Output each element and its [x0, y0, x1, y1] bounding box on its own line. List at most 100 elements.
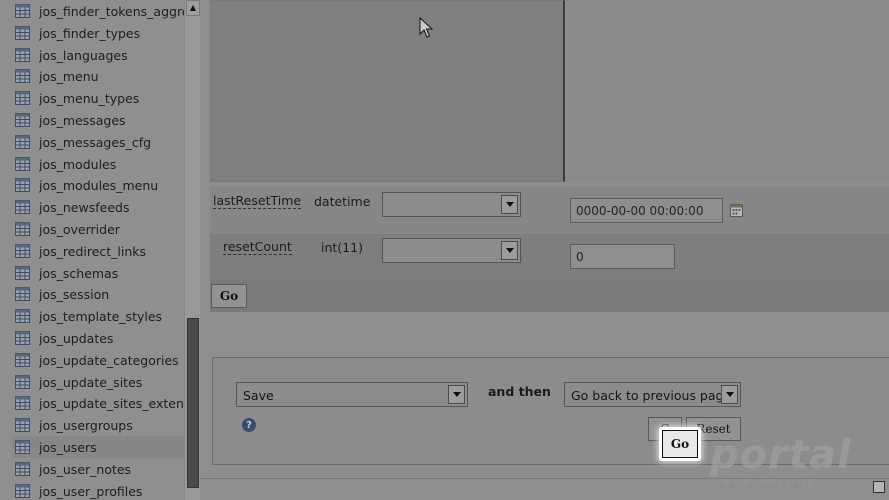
sidebar-table-item[interactable]: jos_user_profiles	[12, 480, 184, 500]
scroll-up-button[interactable]: ▲	[186, 0, 200, 16]
table-icon[interactable]	[15, 91, 30, 105]
sidebar-table-item[interactable]: jos_finder_tokens_aggreg	[12, 0, 184, 22]
table-icon[interactable]	[15, 48, 30, 62]
help-icon[interactable]: ?	[242, 418, 256, 432]
sidebar-table-item[interactable]: jos_schemas	[12, 262, 184, 284]
table-icon[interactable]	[15, 69, 30, 83]
sidebar-table-item[interactable]: jos_template_styles	[12, 305, 184, 327]
divider	[200, 478, 889, 479]
table-icon[interactable]	[15, 287, 30, 301]
sidebar-table-item[interactable]: jos_update_categories	[12, 349, 184, 371]
save-mode-value: Save	[243, 388, 274, 403]
sidebar-table-name[interactable]: jos_finder_types	[39, 26, 140, 41]
table-icon[interactable]	[15, 462, 30, 476]
table-icon[interactable]	[15, 4, 30, 18]
field-row-resetcount: resetCount int(11) 0	[210, 234, 889, 280]
table-icon[interactable]	[15, 309, 30, 323]
table-icon[interactable]	[15, 200, 30, 214]
sidebar-table-item[interactable]: jos_users	[12, 436, 184, 458]
field-row-lastresettime: lastResetTime datetime 0000-00-00 00:00:…	[210, 186, 889, 234]
value-input-resetcount[interactable]: 0	[570, 244, 675, 269]
table-icon[interactable]	[15, 266, 30, 280]
panel-toggle-icon[interactable]	[873, 481, 885, 493]
sidebar-table-name[interactable]: jos_users	[39, 440, 97, 455]
sidebar-table-name[interactable]: jos_messages	[39, 113, 126, 128]
sidebar-table-item[interactable]: jos_update_sites	[12, 371, 184, 393]
sidebar-table-name[interactable]: jos_schemas	[39, 266, 118, 281]
field-name-lastresettime: lastResetTime	[213, 193, 302, 209]
mouse-cursor-icon	[419, 17, 433, 38]
sidebar-table-name[interactable]: jos_messages_cfg	[39, 135, 151, 150]
go-button-highlight[interactable]: Go	[659, 427, 701, 461]
go-row: Go	[210, 280, 889, 312]
sidebar-table-name[interactable]: jos_update_sites_extensi	[39, 396, 184, 411]
table-icon[interactable]	[15, 135, 30, 149]
sidebar-table-name[interactable]: jos_template_styles	[39, 309, 162, 324]
save-mode-select[interactable]: Save	[236, 382, 468, 407]
sidebar-table-item[interactable]: jos_modules	[12, 153, 184, 175]
sidebar-table-item[interactable]: jos_usergroups	[12, 414, 184, 436]
sidebar-table-name[interactable]: jos_modules	[39, 157, 116, 172]
table-icon[interactable]	[15, 396, 30, 410]
sidebar-table-item[interactable]: jos_modules_menu	[12, 174, 184, 196]
sidebar-table-item[interactable]: jos_update_sites_extensi	[12, 392, 184, 414]
sidebar-table-name[interactable]: jos_user_profiles	[39, 484, 142, 499]
sidebar-table-name[interactable]: jos_update_categories	[39, 353, 179, 368]
sidebar-table-item[interactable]: jos_languages	[12, 44, 184, 66]
scroll-thumb[interactable]	[187, 318, 199, 488]
chevron-down-icon[interactable]	[501, 241, 518, 260]
table-icon[interactable]	[15, 484, 30, 498]
sidebar-table-name[interactable]: jos_overrider	[39, 222, 120, 237]
sidebar-table-item[interactable]: jos_finder_types	[12, 22, 184, 44]
table-icon[interactable]	[15, 375, 30, 389]
table-icon[interactable]	[15, 178, 30, 192]
chevron-down-icon[interactable]	[448, 385, 465, 404]
sidebar-table-item[interactable]: jos_messages	[12, 109, 184, 131]
sidebar-table-item[interactable]: jos_messages_cfg	[12, 131, 184, 153]
sidebar-table-name[interactable]: jos_menu	[39, 69, 99, 84]
sidebar-table-name[interactable]: jos_finder_tokens_aggreg	[39, 4, 184, 19]
sidebar-table-name[interactable]: jos_user_notes	[39, 462, 131, 477]
sidebar-table-name[interactable]: jos_session	[39, 287, 109, 302]
table-icon[interactable]	[15, 418, 30, 432]
chevron-down-icon[interactable]	[501, 195, 518, 214]
go-button-focused[interactable]: Go	[662, 430, 698, 458]
sidebar-table-name[interactable]: jos_newsfeeds	[39, 200, 129, 215]
sidebar-table-name[interactable]: jos_modules_menu	[39, 178, 158, 193]
function-select-resetcount[interactable]	[382, 238, 521, 263]
sidebar-table-item[interactable]: jos_user_notes	[12, 458, 184, 480]
sidebar-table-item[interactable]: jos_overrider	[12, 218, 184, 240]
sidebar-table-name[interactable]: jos_menu_types	[39, 91, 139, 106]
sidebar-table-item[interactable]: jos_menu	[12, 65, 184, 87]
value-input-text: 0000-00-00 00:00:00	[576, 204, 704, 218]
field-name-resetcount: resetCount	[223, 239, 292, 255]
chevron-down-icon[interactable]	[721, 385, 738, 404]
sidebar-table-item[interactable]: jos_updates	[12, 327, 184, 349]
table-icon[interactable]	[15, 353, 30, 367]
table-icon[interactable]	[15, 222, 30, 236]
blank-area	[566, 0, 889, 182]
after-insert-select[interactable]: Go back to previous page	[564, 382, 741, 407]
sidebar-table-item[interactable]: jos_session	[12, 283, 184, 305]
table-icon[interactable]	[15, 440, 30, 454]
function-select-lastresettime[interactable]	[382, 192, 521, 217]
sidebar-table-name[interactable]: jos_redirect_links	[39, 244, 146, 259]
sidebar-table-item[interactable]: jos_redirect_links	[12, 240, 184, 262]
sidebar-table-name[interactable]: jos_usergroups	[39, 418, 133, 433]
table-icon[interactable]	[15, 157, 30, 171]
value-input-lastresettime[interactable]: 0000-00-00 00:00:00	[570, 198, 723, 223]
table-icon[interactable]	[15, 113, 30, 127]
table-icon[interactable]	[15, 331, 30, 345]
table-icon[interactable]	[15, 244, 30, 258]
value-textarea[interactable]	[210, 0, 565, 182]
main-panel: lastResetTime datetime 0000-00-00 00:00:…	[200, 0, 889, 500]
sidebar-table-name[interactable]: jos_update_sites	[39, 375, 142, 390]
go-button[interactable]: Go	[211, 284, 247, 308]
sidebar-table-name[interactable]: jos_updates	[39, 331, 113, 346]
sidebar-scrollbar[interactable]: ▲	[184, 0, 201, 500]
calendar-icon[interactable]	[730, 204, 743, 217]
sidebar-table-item[interactable]: jos_menu_types	[12, 87, 184, 109]
sidebar-table-item[interactable]: jos_newsfeeds	[12, 196, 184, 218]
table-icon[interactable]	[15, 26, 30, 40]
sidebar-table-name[interactable]: jos_languages	[39, 48, 128, 63]
